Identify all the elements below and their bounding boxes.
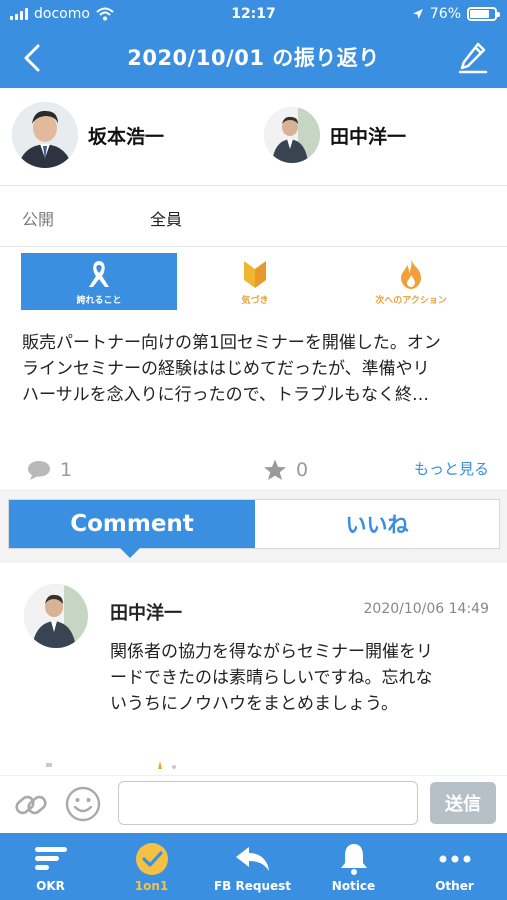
tab-label: 次へのアクション bbox=[375, 296, 447, 306]
entry-line: ハーサルを念入りに行ったので、トラブルもなく終… bbox=[22, 385, 429, 405]
leaf-icon bbox=[244, 261, 266, 288]
app-header: docomo 12:17 76% 2020/10/01 の振り返り bbox=[0, 0, 507, 88]
see-more-link[interactable]: もっと見る bbox=[414, 458, 489, 479]
tab-next-action[interactable]: 次へのアクション bbox=[333, 253, 489, 310]
segmented-control: Comment いいね bbox=[8, 499, 500, 558]
tab-insight[interactable]: 気づき bbox=[177, 253, 333, 310]
participant-name: 田中洋一 bbox=[330, 126, 407, 148]
bottom-tab-bar: OKR 1on1 FB Request Notice Other bbox=[0, 833, 507, 900]
avatar[interactable] bbox=[12, 102, 78, 168]
segment-area: Comment いいね bbox=[0, 489, 507, 563]
tab-label: Other bbox=[435, 879, 474, 893]
nav-bar: 2020/10/01 の振り返り bbox=[0, 30, 507, 88]
tab-comment[interactable]: Comment bbox=[9, 500, 255, 558]
battery-icon bbox=[467, 7, 500, 21]
comment-bubble-icon[interactable] bbox=[26, 459, 52, 481]
ribbon-icon bbox=[89, 261, 109, 287]
tab-label: OKR bbox=[36, 879, 65, 893]
send-button[interactable]: 送信 bbox=[430, 782, 496, 824]
avatar[interactable] bbox=[24, 584, 88, 648]
battery-percent: 76% bbox=[429, 6, 461, 22]
tab-label: 気づき bbox=[241, 296, 269, 306]
location-icon bbox=[412, 9, 423, 19]
chevron-left-icon[interactable] bbox=[14, 40, 50, 76]
comment-date: 2020/10/06 14:49 bbox=[363, 601, 490, 617]
tab-label: FB Request bbox=[213, 879, 292, 893]
visibility-label: 公開 bbox=[22, 210, 55, 229]
page-title: 2020/10/01 の振り返り bbox=[127, 46, 380, 70]
comment-author: 田中洋一 bbox=[110, 603, 182, 624]
entry-line: ラインセミナーの経験ははじめてだったが、準備やリ bbox=[22, 359, 430, 379]
link-icon[interactable] bbox=[14, 788, 48, 822]
tab-like[interactable]: いいね bbox=[255, 500, 499, 548]
comment-line: ードできたのは素晴らしいですね。忘れな bbox=[110, 668, 433, 688]
flame-icon bbox=[401, 259, 421, 289]
tab-proud[interactable]: 誇れること bbox=[21, 253, 177, 310]
comment-input-bar: 送信 bbox=[0, 775, 507, 833]
participants-row: 坂本浩一 田中洋一 bbox=[0, 88, 507, 186]
next-comment-peek bbox=[46, 761, 176, 769]
visibility-value: 全員 bbox=[150, 210, 183, 229]
comment-input[interactable] bbox=[118, 781, 418, 825]
comment-count: 1 bbox=[60, 459, 73, 481]
tab-other[interactable]: Other bbox=[404, 833, 505, 900]
comment-line: 関係者の協力を得ながらセミナー開催をリ bbox=[110, 642, 433, 662]
tab-1on1[interactable]: 1on1 bbox=[101, 833, 202, 900]
check-circle-icon bbox=[135, 843, 168, 875]
star-count: 0 bbox=[296, 459, 309, 481]
comment-line: いうちにノウハウをまとめましょう。 bbox=[110, 694, 398, 714]
more-icon bbox=[439, 855, 470, 863]
okr-icon bbox=[34, 847, 67, 870]
smile-icon[interactable] bbox=[64, 785, 102, 823]
comment-text: 関係者の協力を得ながらセミナー開催をリ ードできたのは素晴らしいですね。忘れな … bbox=[110, 639, 485, 717]
tab-label: 誇れること bbox=[76, 296, 122, 306]
bell-icon bbox=[340, 844, 367, 875]
pencil-icon[interactable] bbox=[453, 38, 493, 78]
tab-notice[interactable]: Notice bbox=[303, 833, 404, 900]
tab-label: Notice bbox=[331, 879, 376, 893]
tab-fb-request[interactable]: FB Request bbox=[202, 833, 303, 900]
entry-stats: 1 0 もっと見る bbox=[0, 450, 507, 490]
status-bar: docomo 12:17 76% bbox=[0, 0, 507, 30]
tab-label: 1on1 bbox=[134, 879, 169, 893]
avatar[interactable] bbox=[264, 107, 320, 163]
comment-item: 田中洋一 2020/10/06 14:49 関係者の協力を得ながらセミナー開催を… bbox=[0, 565, 507, 775]
entry-text: 販売パートナー向けの第1回セミナーを開催した。オン ラインセミナーの経験ははじめ… bbox=[22, 330, 487, 408]
tab-okr[interactable]: OKR bbox=[0, 833, 101, 900]
category-tabs: 誇れること 気づき 次へのアクション bbox=[0, 253, 507, 313]
entry-line: 販売パートナー向けの第1回セミナーを開催した。オン bbox=[22, 333, 441, 353]
reply-icon bbox=[235, 847, 269, 871]
participant-name: 坂本浩一 bbox=[88, 126, 165, 148]
star-icon[interactable] bbox=[263, 458, 287, 482]
visibility-row[interactable]: 公開 全員 bbox=[0, 187, 507, 247]
